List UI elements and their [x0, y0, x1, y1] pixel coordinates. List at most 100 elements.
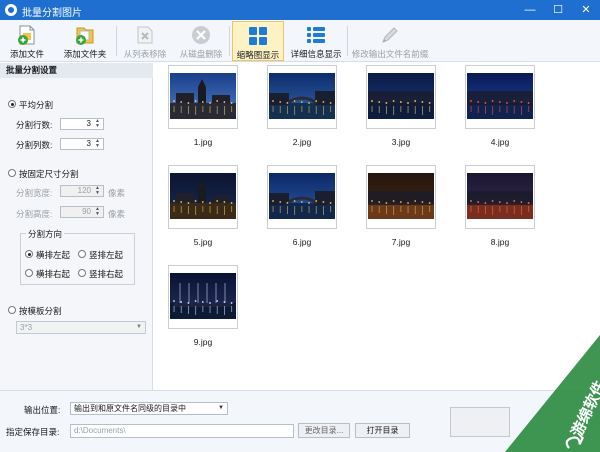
photo-reflection [308, 106, 310, 113]
photo-light [470, 100, 472, 102]
thumbnail-view-label: 缩略图显示 [236, 50, 280, 60]
photo-reflection [173, 106, 175, 112]
photo-light [194, 100, 197, 102]
photo-building [176, 193, 194, 203]
height-unit: 像素 [108, 209, 126, 219]
fixed-size-radio[interactable] [8, 169, 16, 177]
cols-stepper[interactable]: 3 ▲ ▼ [60, 138, 104, 150]
thumbnail-filename: 6.jpg [292, 237, 312, 247]
photo-light [428, 202, 431, 204]
v-right-radio[interactable] [78, 269, 86, 277]
width-unit: 像素 [108, 188, 126, 198]
photo-light [414, 100, 417, 102]
add-file-label: 添加文件 [9, 49, 44, 59]
photo-reflection [485, 206, 486, 214]
photo-light [308, 202, 310, 204]
photo-light [315, 100, 318, 102]
maximize-button[interactable]: ☐ [544, 0, 572, 20]
photo-light [399, 201, 402, 203]
photo-light [230, 302, 233, 304]
rename-prefix-button[interactable]: 修改输出文件名前缀 [350, 21, 430, 61]
remove-from-list-label: 从列表移除 [123, 49, 167, 59]
photo-reflection [279, 206, 281, 213]
grid-icon [249, 27, 267, 45]
photo-light [209, 202, 211, 204]
start-button[interactable] [450, 407, 510, 437]
photo-light [392, 200, 395, 202]
thumbnail-view-button[interactable]: 缩略图显示 [232, 21, 284, 61]
photo-light [527, 202, 530, 204]
spin-arrows-icon[interactable]: ▲ ▼ [93, 139, 102, 149]
add-file-button[interactable]: 添加文件 [4, 21, 50, 61]
close-button[interactable]: ✕ [572, 0, 600, 20]
detail-view-button[interactable]: 详细信息显示 [288, 21, 344, 61]
spin-arrows-icon[interactable]: ▲ ▼ [93, 119, 102, 129]
direction-group: 分割方向 横排左起 竖排左起 横排右起 竖排右起 [20, 228, 135, 285]
photo-reflection [231, 306, 233, 312]
save-dir-input[interactable]: d:\Documents\ [70, 424, 294, 438]
spin-arrows-icon[interactable]: ▲ ▼ [93, 186, 102, 196]
photo-light [180, 301, 183, 303]
even-split-radio[interactable] [8, 100, 16, 108]
thumbnail-image [467, 73, 533, 119]
panel-header: 批量分割设置 [0, 63, 153, 78]
h-left-radio[interactable] [25, 250, 33, 258]
add-folder-button[interactable]: 添加文件夹 [58, 21, 112, 61]
template-radio[interactable] [8, 306, 16, 314]
template-label: 按模板分割 [19, 306, 62, 316]
width-stepper[interactable]: 120 ▲ ▼ [60, 185, 104, 197]
remove-from-list-button[interactable]: 从列表移除 [120, 21, 170, 61]
photo-reflection [477, 106, 479, 113]
photo-reflection [414, 106, 416, 114]
thumbnail-image [269, 73, 335, 119]
photo-light [385, 102, 388, 104]
photo-reflection [301, 106, 303, 112]
output-location-select[interactable]: 输出到和原文件名同级的目录中 ▼ [70, 402, 228, 415]
title-bar: 批量分割图片 — ☐ ✕ [0, 0, 600, 20]
h-right-radio[interactable] [25, 269, 33, 277]
pencil-icon [382, 27, 398, 43]
rows-stepper[interactable]: 3 ▲ ▼ [60, 118, 104, 130]
thumbnail-image [170, 273, 236, 319]
photo-reflection [492, 106, 494, 115]
photo-building-row [467, 91, 533, 105]
photo-reflection [202, 206, 204, 212]
photo-light [279, 201, 282, 203]
photo-reflection [216, 306, 218, 314]
photo-light [272, 100, 274, 102]
width-label: 分割宽度: [16, 188, 53, 198]
height-stepper[interactable]: 90 ▲ ▼ [60, 206, 104, 218]
output-location-label: 输出位置: [24, 405, 61, 415]
photo-light [477, 201, 480, 203]
thumbnail-filename: 9.jpg [193, 337, 213, 347]
template-select[interactable]: 3*3 ▼ [16, 321, 146, 334]
even-split-label: 平均分割 [19, 100, 54, 110]
photo-light [491, 100, 494, 102]
photo-light [187, 102, 190, 104]
photo-light [371, 100, 373, 102]
photo-light [428, 102, 431, 104]
photo-reflection [400, 206, 402, 212]
open-dir-button[interactable]: 打开目录 [355, 423, 410, 438]
spin-arrows-icon[interactable]: ▲ ▼ [93, 207, 102, 217]
v-left-radio[interactable] [78, 250, 86, 258]
v-left-label: 竖排左起 [89, 250, 124, 260]
output-location-value: 输出到和原文件名同级的目录中 [74, 404, 186, 413]
photo-reflection [287, 206, 288, 214]
photo-reflection [521, 106, 522, 115]
photo-building [212, 195, 230, 203]
photo-light [201, 301, 204, 303]
change-dir-button[interactable]: 更改目录... [298, 423, 350, 438]
minimize-button[interactable]: — [516, 0, 544, 20]
photo-light [315, 200, 318, 202]
photo-reflection [209, 106, 211, 113]
delete-from-disk-button[interactable]: 从磁盘删除 [176, 21, 226, 61]
photo-light [230, 202, 233, 204]
thumbnail-filename: 8.jpg [490, 237, 510, 247]
photo-reflection [485, 106, 486, 114]
photo-light [513, 100, 516, 102]
photo-light [506, 202, 508, 204]
thumbnail-filename: 5.jpg [193, 237, 213, 247]
photo-building-row [368, 191, 434, 205]
photo-reflection [386, 106, 387, 114]
